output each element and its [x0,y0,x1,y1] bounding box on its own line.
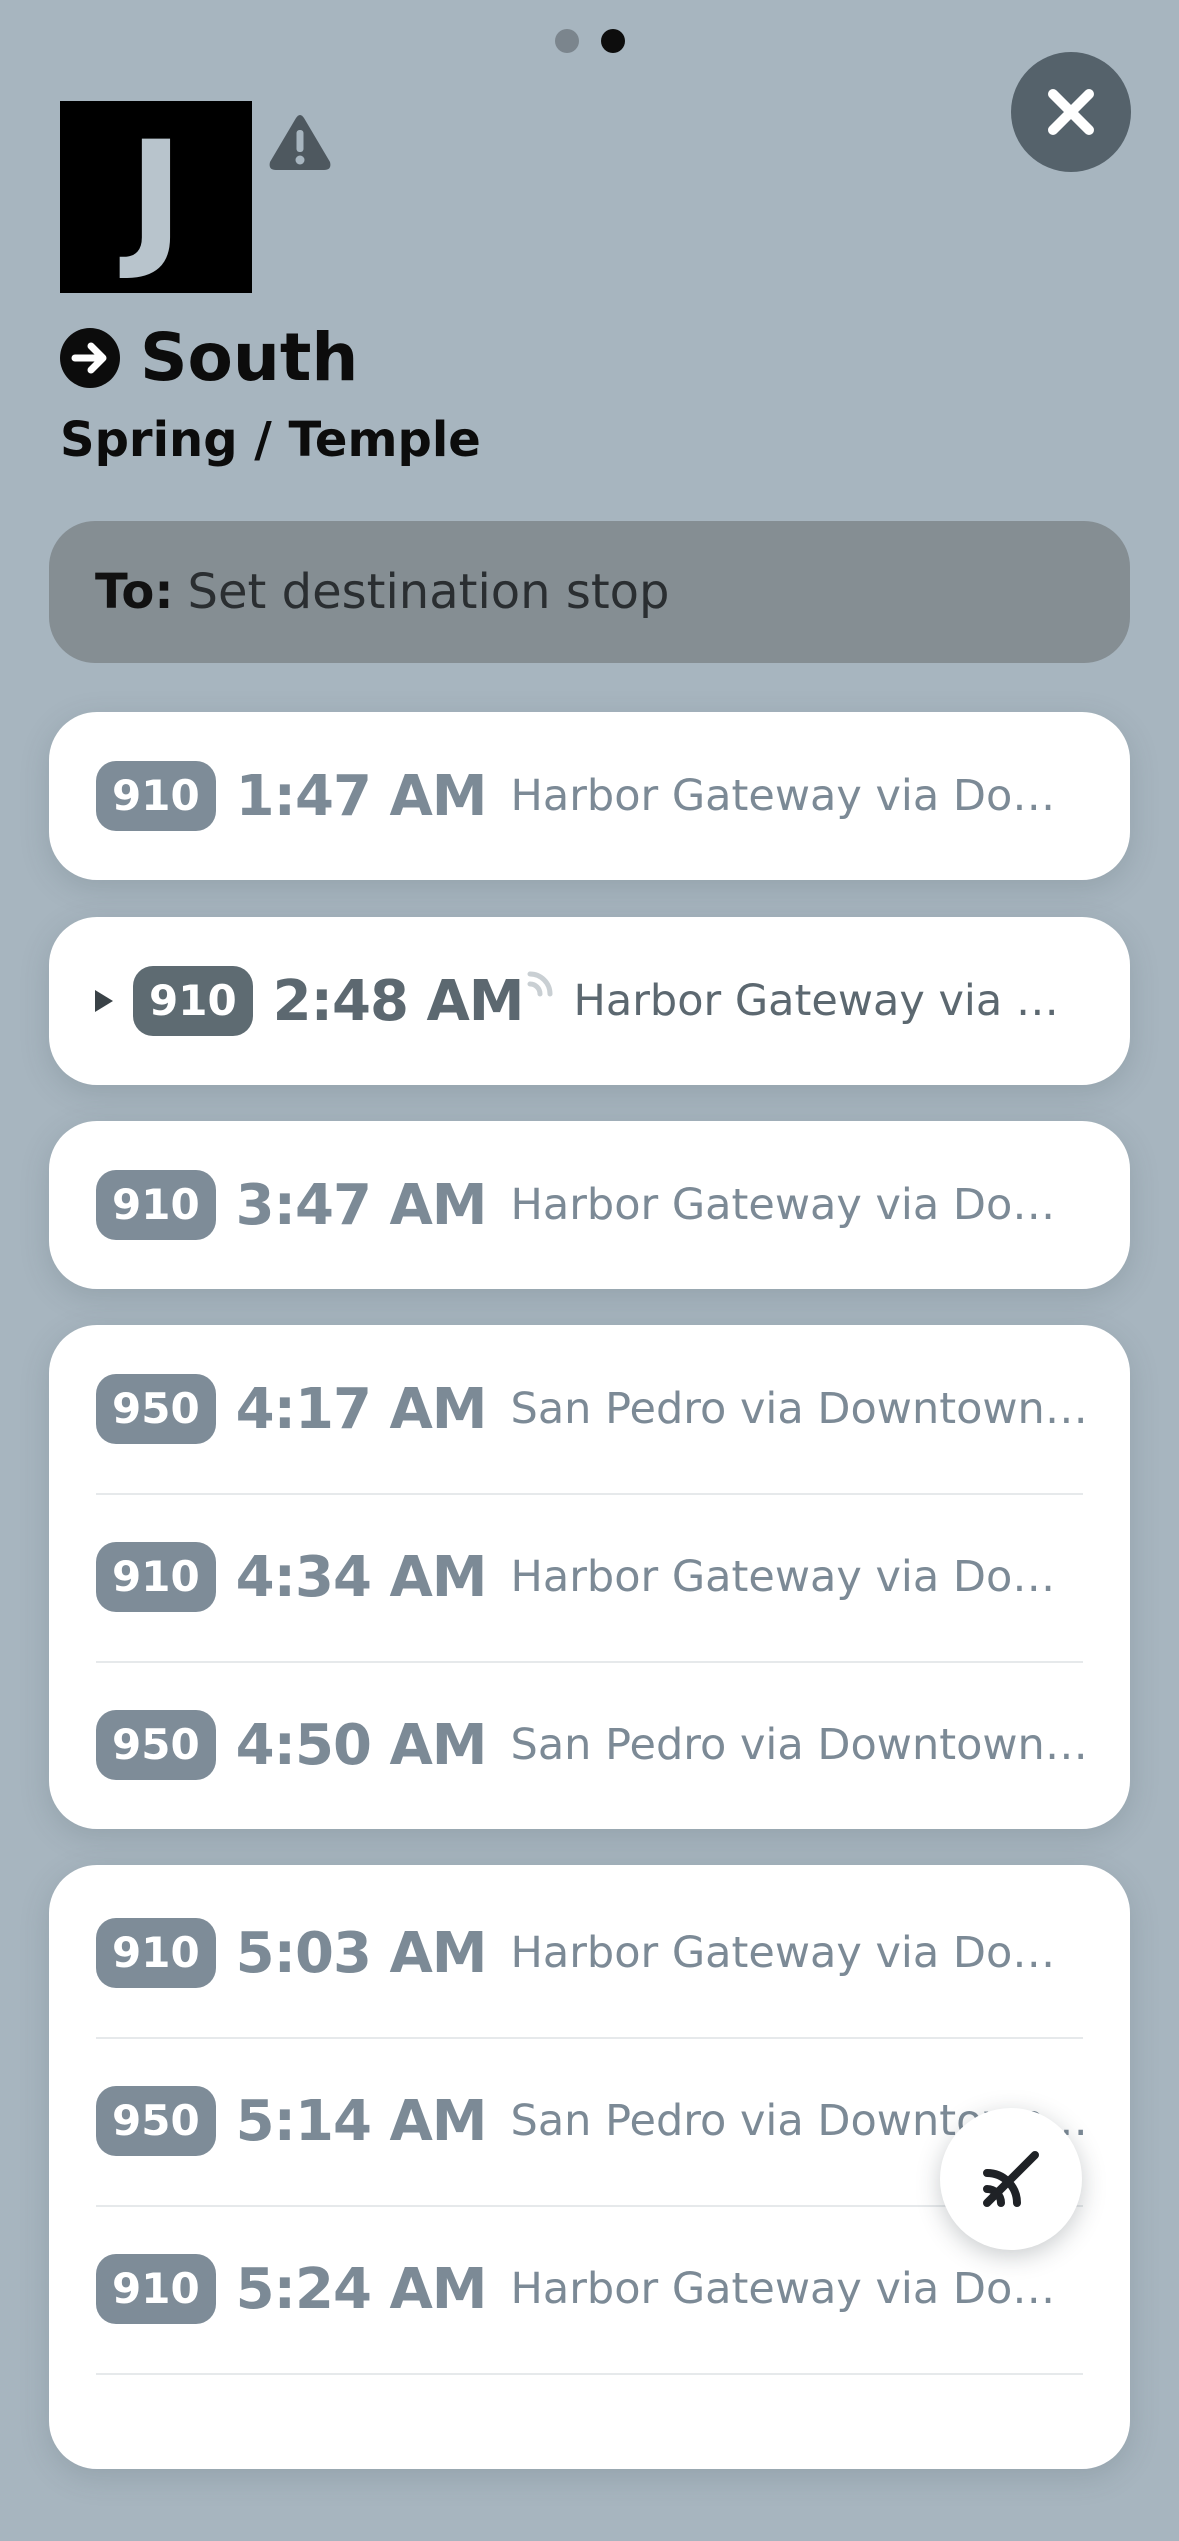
departure-row[interactable]: 950 4:50 AM San Pedro via Downtown LA [49,1661,1130,1829]
arrow-right-circle-icon [60,328,120,388]
departure-time: 1:47 AM [235,763,488,829]
direction-header: South [60,325,358,391]
departure-time: 4:17 AM [235,1376,488,1442]
departure-time: 4:50 AM [235,1712,488,1778]
stop-name: Spring / Temple [60,412,481,468]
departure-row-divider [49,2373,1130,2541]
departure-destination: Harbor Gateway via Downtow... [510,1928,1090,1978]
route-badge: 910 [96,1542,216,1612]
line-logo: J [60,101,252,293]
departure-row[interactable]: 910 1:47 AM Harbor Gateway via Downtown.… [49,712,1130,880]
departure-time: 3:47 AM [235,1172,488,1238]
departure-time: 5:03 AM [235,1920,488,1986]
route-badge: 910 [96,1170,216,1240]
departure-destination: Harbor Gateway via Downtow... [510,2264,1090,2314]
departure-row[interactable]: 950 4:17 AM San Pedro via Downtown LA [49,1325,1130,1493]
departure-time: 5:24 AM [235,2256,488,2322]
departure-destination: San Pedro via Downtown LA [510,1384,1090,1434]
close-icon [1048,89,1094,135]
departure-destination: Harbor Gateway via Down... [573,976,1090,1026]
departure-card: 910 2:48 AM Harbor Gateway via Down... [49,917,1130,1085]
route-badge: 910 [96,2254,216,2324]
destination-placeholder: Set destination stop [187,564,670,620]
destination-selector[interactable]: To: Set destination stop [49,521,1130,663]
departure-destination: Harbor Gateway via Downtow... [510,1552,1090,1602]
page-dot[interactable] [554,29,579,53]
departure-destination: Harbor Gateway via Downtown... [510,771,1090,821]
route-badge: 910 [96,761,216,831]
destination-prefix: To: [95,564,174,620]
realtime-toggle-button[interactable] [940,2108,1082,2250]
triangle-right-icon[interactable] [93,988,115,1014]
departure-card: 910 3:47 AM Harbor Gateway via Downtow..… [49,1121,1130,1289]
page-indicator[interactable] [0,29,1179,53]
direction-label: South [140,319,359,396]
departure-group-card: 950 4:17 AM San Pedro via Downtown LA 91… [49,1325,1130,1829]
close-button[interactable] [1011,52,1131,172]
departure-destination: San Pedro via Downtown LA [510,1720,1090,1770]
departure-time: 5:14 AM [235,2088,488,2154]
route-badge: 950 [96,2086,216,2156]
realtime-signal-icon [527,971,553,997]
alert-icon[interactable] [268,112,332,172]
route-badge: 910 [96,1918,216,1988]
route-badge: 950 [96,1710,216,1780]
departure-row[interactable]: 910 5:03 AM Harbor Gateway via Downtow..… [49,1869,1130,2037]
departure-time: 4:34 AM [235,1544,488,1610]
no-realtime-icon [983,2151,1039,2207]
departure-row[interactable]: 910 4:34 AM Harbor Gateway via Downtow..… [49,1493,1130,1661]
route-badge: 950 [96,1374,216,1444]
departure-row-live[interactable]: 910 2:48 AM Harbor Gateway via Down... [49,917,1130,1085]
route-badge: 910 [133,966,253,1036]
departure-time: 2:48 AM [272,968,525,1034]
departure-destination: Harbor Gateway via Downtow... [510,1180,1090,1230]
page-dot-active[interactable] [600,29,625,53]
departure-card: 910 1:47 AM Harbor Gateway via Downtown.… [49,712,1130,880]
departure-row[interactable]: 910 3:47 AM Harbor Gateway via Downtow..… [49,1121,1130,1289]
